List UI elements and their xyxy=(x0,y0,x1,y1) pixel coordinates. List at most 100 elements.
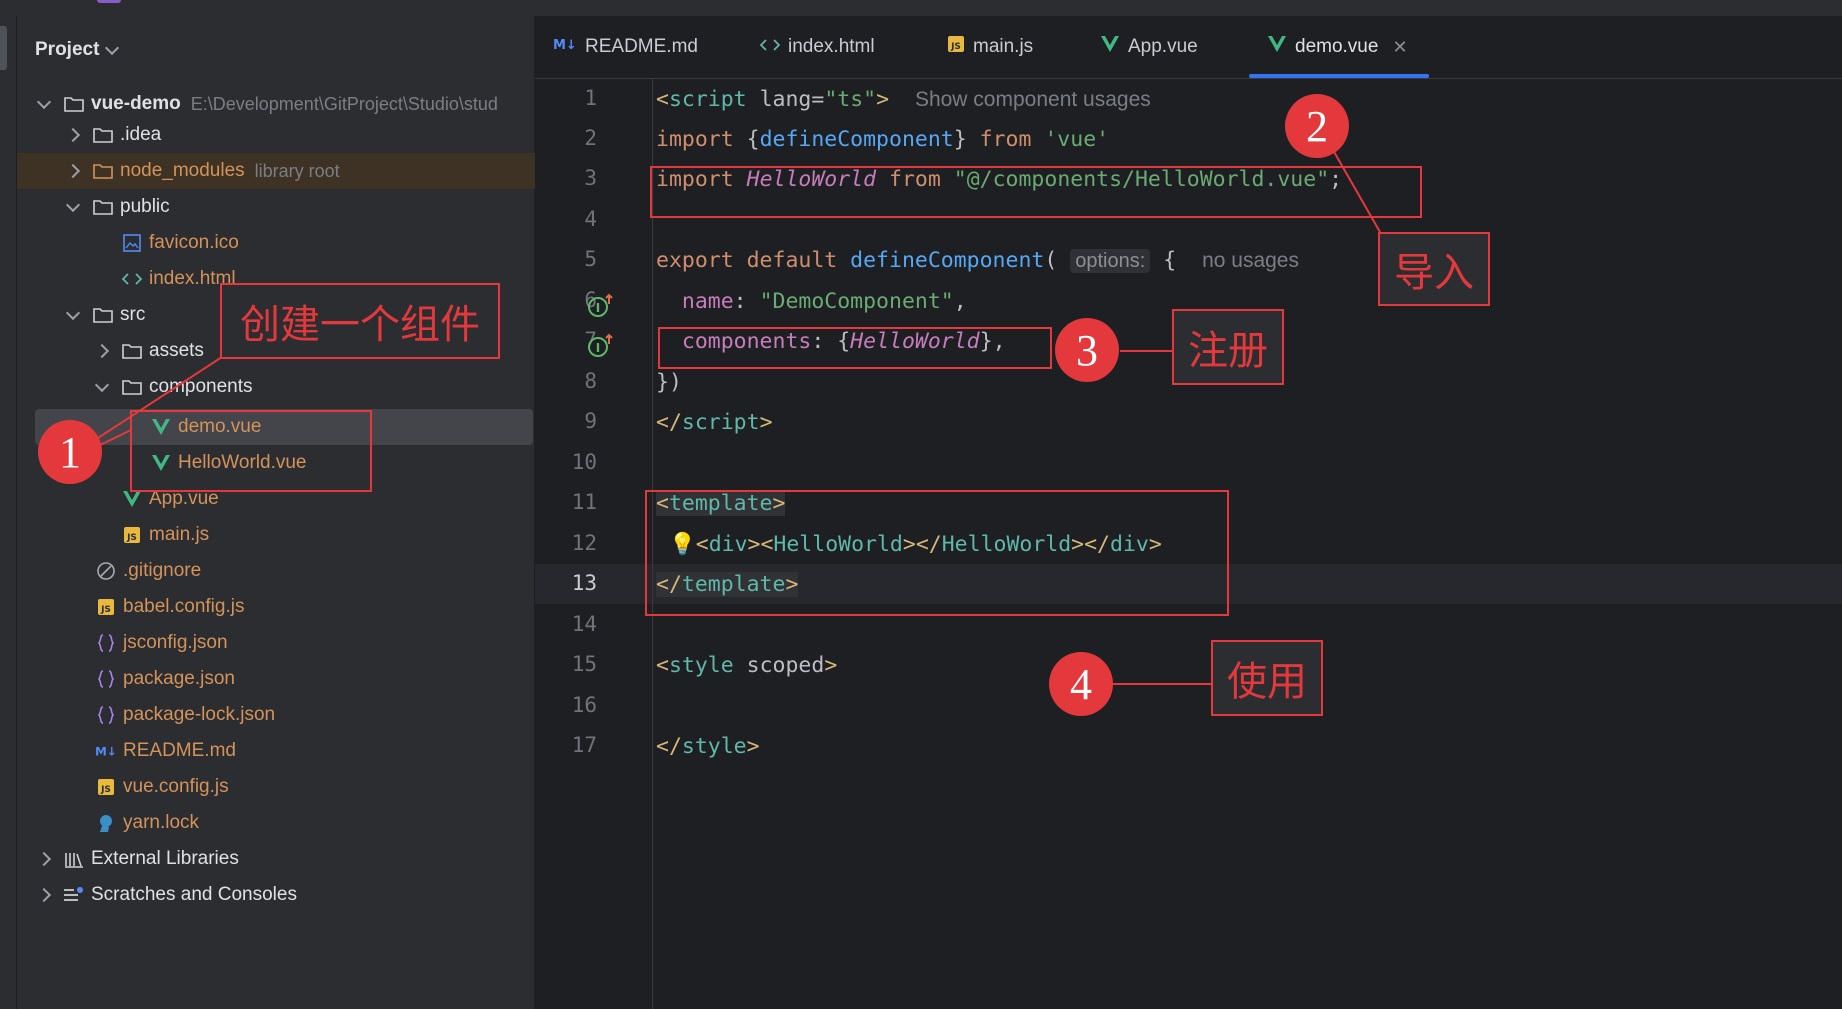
line-number: 8 xyxy=(584,369,597,393)
svg-text:JS: JS xyxy=(100,605,111,615)
line-number: 5 xyxy=(584,247,597,271)
tab-label: App.vue xyxy=(1128,36,1198,57)
code-line-8[interactable]: }) xyxy=(656,363,682,403)
chevron-down-icon[interactable] xyxy=(36,94,52,110)
tree-item-scratches[interactable]: Scratches and Consoles xyxy=(17,877,554,913)
folder-icon xyxy=(121,340,143,362)
tree-item-label: package-lock.json xyxy=(123,704,276,725)
editor-tab-bar: M↓ README.md index.html JS main.js App.v… xyxy=(535,16,1842,79)
folder-icon xyxy=(121,376,143,398)
tab-label: main.js xyxy=(973,36,1034,57)
tree-item-label: vue-demo xyxy=(91,93,181,114)
component-usages-hint[interactable]: Show component usages xyxy=(915,88,1151,111)
svg-text:I: I xyxy=(596,301,600,315)
markdown-icon: M↓ xyxy=(95,740,117,762)
step-marker-4: 4 xyxy=(1049,652,1113,716)
tree-item-label: .gitignore xyxy=(123,560,202,581)
tree-item-node-modules[interactable]: node_modules library root xyxy=(17,153,583,189)
tree-item-label: src xyxy=(120,304,146,325)
chevron-down-icon[interactable] xyxy=(94,377,110,393)
js-icon: JS xyxy=(95,596,117,618)
chevron-right-icon[interactable] xyxy=(36,851,52,867)
tree-item-idea[interactable]: .idea xyxy=(17,117,583,153)
js-icon: JS xyxy=(121,524,143,546)
svg-text:JS: JS xyxy=(950,42,961,52)
folder-icon xyxy=(92,196,114,218)
line-number: 10 xyxy=(571,450,597,474)
library-icon xyxy=(63,848,85,870)
tree-item-label: components xyxy=(149,376,253,397)
tree-item-gitignore[interactable]: .gitignore xyxy=(17,553,612,589)
tab-label: index.html xyxy=(788,36,875,57)
tree-item-vue-config[interactable]: JS vue.config.js xyxy=(17,769,612,805)
window-top-strip xyxy=(0,0,1842,17)
html-icon xyxy=(121,268,143,290)
tab-demo-vue[interactable]: demo.vue ✕ xyxy=(1267,16,1408,78)
chevron-right-icon[interactable] xyxy=(65,127,81,143)
project-tool-tab[interactable] xyxy=(0,26,7,70)
tree-item-label: node_modules xyxy=(120,160,245,181)
tree-item-label: README.md xyxy=(123,740,236,761)
line-number-current: 13 xyxy=(571,571,597,595)
tree-item-label: package.json xyxy=(123,668,235,689)
tree-item-components[interactable]: components xyxy=(17,369,612,405)
chevron-right-icon[interactable] xyxy=(94,343,110,359)
tab-label: README.md xyxy=(585,36,698,57)
line-number: 2 xyxy=(584,126,597,150)
image-icon xyxy=(121,232,143,254)
code-line-9[interactable]: </script> xyxy=(656,403,773,443)
chevron-right-icon[interactable] xyxy=(36,887,52,903)
json-icon xyxy=(95,632,117,654)
folder-icon xyxy=(92,160,114,182)
tab-app-vue[interactable]: App.vue xyxy=(1100,16,1198,78)
tree-item-readme[interactable]: M↓ README.md xyxy=(17,733,612,769)
no-usages-hint[interactable]: no usages xyxy=(1202,249,1299,272)
code-line-2[interactable]: import {defineComponent} from 'vue' xyxy=(656,120,1109,160)
line-number: 12 xyxy=(571,531,597,555)
chevron-down-icon[interactable] xyxy=(65,305,81,321)
annotation-label-use: 使用 xyxy=(1211,640,1323,716)
chevron-right-icon[interactable] xyxy=(65,163,81,179)
project-panel: Project vue-demo E:\Development\GitProje… xyxy=(17,16,583,1009)
tree-item-package-json[interactable]: package.json xyxy=(17,661,612,697)
step-marker-3: 3 xyxy=(1055,318,1119,382)
tree-item-label: babel.config.js xyxy=(123,596,245,617)
active-tab-indicator xyxy=(1249,74,1429,78)
tree-item-jsconfig[interactable]: jsconfig.json xyxy=(17,625,612,661)
tree-item-hint: library root xyxy=(254,160,340,181)
highlight-box-new-component xyxy=(130,410,372,492)
svg-text:M↓: M↓ xyxy=(95,745,117,759)
tree-item-label: Scratches and Consoles xyxy=(91,884,297,905)
chevron-down-icon[interactable] xyxy=(65,197,81,213)
step-marker-2: 2 xyxy=(1285,94,1349,158)
ignore-icon xyxy=(95,560,117,582)
js-icon: JS xyxy=(947,35,965,59)
tree-item-label: assets xyxy=(149,340,204,361)
close-icon[interactable]: ✕ xyxy=(1392,37,1407,58)
tree-item-label: main.js xyxy=(149,524,210,545)
implemented-marker-icon[interactable]: I xyxy=(587,332,617,365)
svg-text:JS: JS xyxy=(126,533,137,543)
chevron-down-icon[interactable] xyxy=(105,40,120,56)
code-line-1[interactable]: <script lang="ts"> Show component usages xyxy=(656,80,1151,120)
project-header[interactable]: Project xyxy=(35,38,120,62)
tab-index-html[interactable]: index.html xyxy=(759,16,875,78)
highlight-box-use xyxy=(645,490,1229,616)
tab-readme[interactable]: M↓ README.md xyxy=(553,16,698,78)
tab-main-js[interactable]: JS main.js xyxy=(947,16,1033,78)
code-line-15[interactable]: <style scoped> xyxy=(656,646,837,686)
tree-item-label: External Libraries xyxy=(91,848,239,869)
options-inlay-hint: options: xyxy=(1070,249,1151,273)
tree-item-public[interactable]: public xyxy=(17,189,583,225)
svg-text:JS: JS xyxy=(100,785,111,795)
tree-item-external-libraries[interactable]: External Libraries xyxy=(17,841,554,877)
code-line-5[interactable]: export default defineComponent( options:… xyxy=(656,241,1299,281)
json-icon xyxy=(95,704,117,726)
code-line-17[interactable]: </style> xyxy=(656,727,760,767)
implemented-marker-icon[interactable]: I xyxy=(587,292,617,325)
code-line-6[interactable]: name: "DemoComponent", xyxy=(656,282,967,322)
tree-item-label: vue.config.js xyxy=(123,776,229,797)
tree-item-yarn-lock[interactable]: yarn.lock xyxy=(17,805,612,841)
tree-item-package-lock[interactable]: package-lock.json xyxy=(17,697,612,733)
tree-item-babel-config[interactable]: JS babel.config.js xyxy=(17,589,612,625)
